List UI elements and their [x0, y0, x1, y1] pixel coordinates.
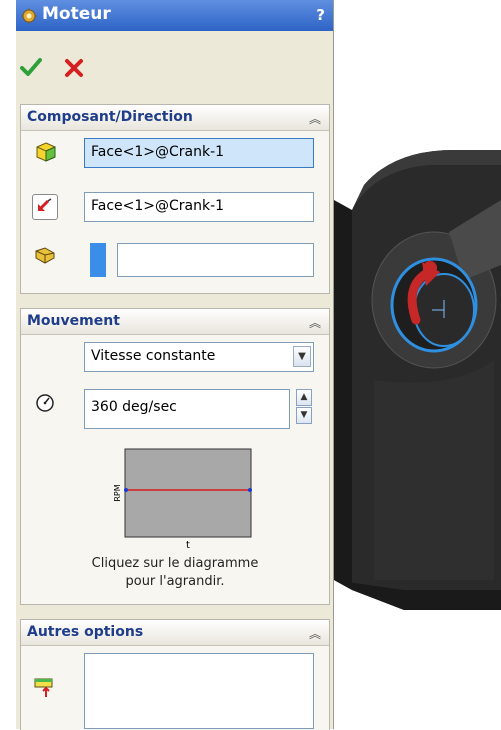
speed-up-button[interactable]: ▲: [296, 389, 312, 406]
motion-section: Mouvement ︽ Vitesse constante ▼ 360 deg/…: [20, 308, 330, 605]
graph-caption-line2: pour l'agrandir.: [125, 574, 225, 589]
relative-component-field[interactable]: [117, 243, 314, 277]
relative-to-icon: [35, 247, 55, 264]
load-face-icon: [34, 678, 53, 697]
component-cube-icon: [36, 142, 56, 162]
speed-gauge-icon: [36, 394, 54, 412]
other-options-title: Autres options: [27, 624, 144, 640]
motion-title: Mouvement: [27, 313, 120, 329]
graph-ylabel: RPM: [113, 484, 122, 501]
component-direction-title: Composant/Direction: [27, 109, 193, 125]
other-options-header[interactable]: Autres options ︽: [21, 620, 329, 646]
collapse-chevron-icon[interactable]: ︽: [309, 625, 321, 642]
collapse-chevron-icon[interactable]: ︽: [309, 314, 321, 331]
motion-type-select[interactable]: Vitesse constante ▼: [84, 342, 314, 372]
motion-header[interactable]: Mouvement ︽: [21, 309, 329, 335]
motion-profile-graph[interactable]: RPM t: [105, 447, 255, 552]
speed-down-button[interactable]: ▼: [296, 407, 312, 424]
reverse-direction-icon: [38, 198, 52, 211]
check-icon[interactable]: [20, 56, 42, 78]
collapse-chevron-icon[interactable]: ︽: [309, 110, 321, 127]
component-direction-section: Composant/Direction ︽ Face<1>@Crank-1 Fa…: [20, 104, 330, 294]
graph-xlabel: t: [186, 540, 190, 551]
other-options-section: Autres options ︽: [20, 619, 330, 730]
property-manager-panel: Moteur ? Composant/Direction ︽ Face<1>@C…: [16, 0, 334, 730]
help-button[interactable]: ?: [316, 6, 325, 24]
component-selection-field[interactable]: Face<1>@Crank-1: [84, 138, 314, 168]
3d-viewport[interactable]: [334, 0, 501, 729]
graph-caption-line1: Cliquez sur le diagramme: [91, 556, 259, 571]
color-swatch[interactable]: [90, 243, 106, 277]
panel-title: Moteur: [42, 4, 111, 24]
reverse-direction-button[interactable]: [32, 194, 58, 220]
close-icon[interactable]: [64, 58, 84, 78]
component-direction-header[interactable]: Composant/Direction ︽: [21, 105, 329, 131]
dropdown-arrow-icon[interactable]: ▼: [293, 346, 311, 367]
other-options-field[interactable]: [84, 653, 314, 729]
direction-selection-field[interactable]: Face<1>@Crank-1: [84, 192, 314, 222]
panel-titlebar: Moteur ?: [16, 0, 333, 31]
motion-type-value: Vitesse constante: [91, 348, 216, 364]
speed-input[interactable]: 360 deg/sec: [84, 389, 290, 429]
motor-gear-icon: [21, 8, 37, 24]
